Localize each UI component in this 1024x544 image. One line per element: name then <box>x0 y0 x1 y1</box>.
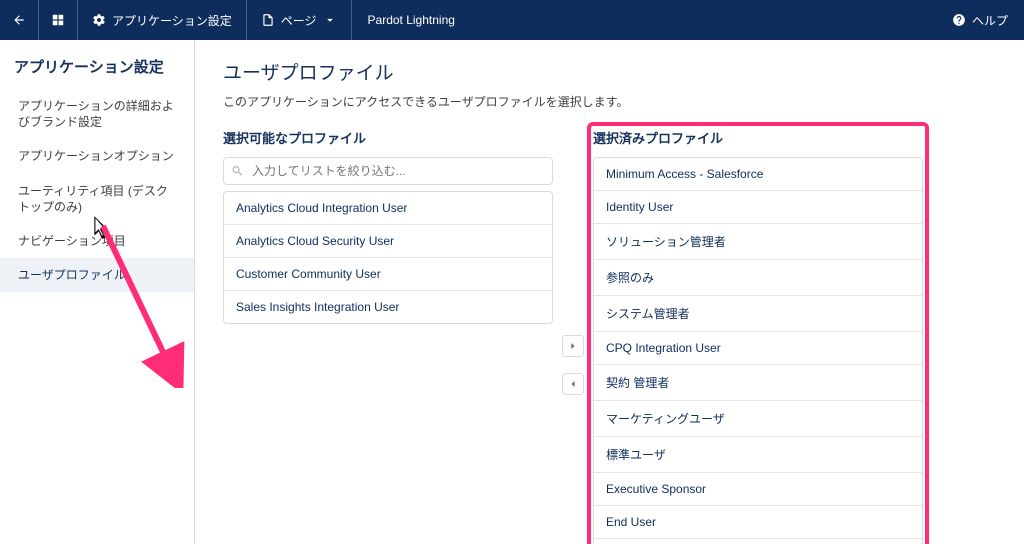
page-title: ユーザプロファイル <box>223 58 996 85</box>
main-container: アプリケーション設定 アプリケーションの詳細およびブランド設定 アプリケーション… <box>0 40 1024 544</box>
list-item[interactable]: ソリューション管理者 <box>594 224 922 260</box>
move-right-button[interactable] <box>562 335 584 357</box>
search-icon <box>231 165 244 178</box>
sidebar-item-navigation[interactable]: ナビゲーション項目 <box>0 224 194 258</box>
page-icon <box>261 13 275 27</box>
gear-icon <box>92 13 106 27</box>
list-item[interactable]: B2BMA Integration User <box>594 539 922 544</box>
chevron-left-icon <box>568 379 578 389</box>
page-label: ページ <box>281 12 317 29</box>
sidebar-heading: アプリケーション設定 <box>0 52 194 89</box>
list-item[interactable]: マーケティングユーザ <box>594 401 922 437</box>
help-label: ヘルプ <box>972 12 1008 29</box>
list-item[interactable]: Executive Sponsor <box>594 473 922 506</box>
list-item[interactable]: CPQ Integration User <box>594 332 922 365</box>
main-content: ユーザプロファイル このアプリケーションにアクセスできるユーザプロファイルを選択… <box>195 40 1024 544</box>
help-icon <box>952 13 966 27</box>
grid-button[interactable] <box>39 0 78 40</box>
list-item[interactable]: Identity User <box>594 191 922 224</box>
sidebar-item-app-details[interactable]: アプリケーションの詳細およびブランド設定 <box>0 89 194 139</box>
selected-title: 選択済みプロファイル <box>593 128 923 147</box>
page-dropdown[interactable]: ページ <box>247 0 352 40</box>
search-input[interactable] <box>223 157 553 185</box>
list-item[interactable]: Customer Community User <box>224 258 552 291</box>
app-title: Pardot Lightning <box>352 13 471 27</box>
list-item[interactable]: 契約 管理者 <box>594 365 922 401</box>
selected-column: 選択済みプロファイル Minimum Access - Salesforce I… <box>593 128 923 544</box>
list-item[interactable]: Sales Insights Integration User <box>224 291 552 323</box>
top-bar: アプリケーション設定 ページ Pardot Lightning ヘルプ <box>0 0 1024 40</box>
sidebar: アプリケーション設定 アプリケーションの詳細およびブランド設定 アプリケーション… <box>0 40 195 544</box>
topbar-left: アプリケーション設定 ページ Pardot Lightning <box>0 0 471 40</box>
selected-list: Minimum Access - Salesforce Identity Use… <box>593 157 923 544</box>
sidebar-item-app-options[interactable]: アプリケーションオプション <box>0 139 194 173</box>
sidebar-item-user-profiles[interactable]: ユーザプロファイル <box>0 258 194 292</box>
available-title: 選択可能なプロファイル <box>223 128 553 147</box>
list-item[interactable]: Minimum Access - Salesforce <box>594 158 922 191</box>
available-list: Analytics Cloud Integration User Analyti… <box>223 191 553 324</box>
chevron-down-icon <box>323 13 337 27</box>
chevron-right-icon <box>568 341 578 351</box>
app-settings-label: アプリケーション設定 <box>112 12 232 29</box>
list-item[interactable]: Analytics Cloud Integration User <box>224 192 552 225</box>
list-item[interactable]: 参照のみ <box>594 260 922 296</box>
page-description: このアプリケーションにアクセスできるユーザプロファイルを選択します。 <box>223 93 996 110</box>
transfer-arrows <box>553 128 593 544</box>
dual-list: 選択可能なプロファイル Analytics Cloud Integration … <box>223 128 996 544</box>
app-settings-button[interactable]: アプリケーション設定 <box>78 0 247 40</box>
help-button[interactable]: ヘルプ <box>936 0 1024 40</box>
list-item[interactable]: Analytics Cloud Security User <box>224 225 552 258</box>
topbar-right: ヘルプ <box>936 0 1024 40</box>
list-item[interactable]: End User <box>594 506 922 539</box>
back-arrow-icon <box>12 13 26 27</box>
list-item[interactable]: 標準ユーザ <box>594 437 922 473</box>
available-column: 選択可能なプロファイル Analytics Cloud Integration … <box>223 128 553 544</box>
grid-icon <box>51 13 65 27</box>
back-button[interactable] <box>0 0 39 40</box>
move-left-button[interactable] <box>562 373 584 395</box>
sidebar-item-utility-items[interactable]: ユーティリティ項目 (デスクトップのみ) <box>0 174 194 224</box>
list-item[interactable]: システム管理者 <box>594 296 922 332</box>
